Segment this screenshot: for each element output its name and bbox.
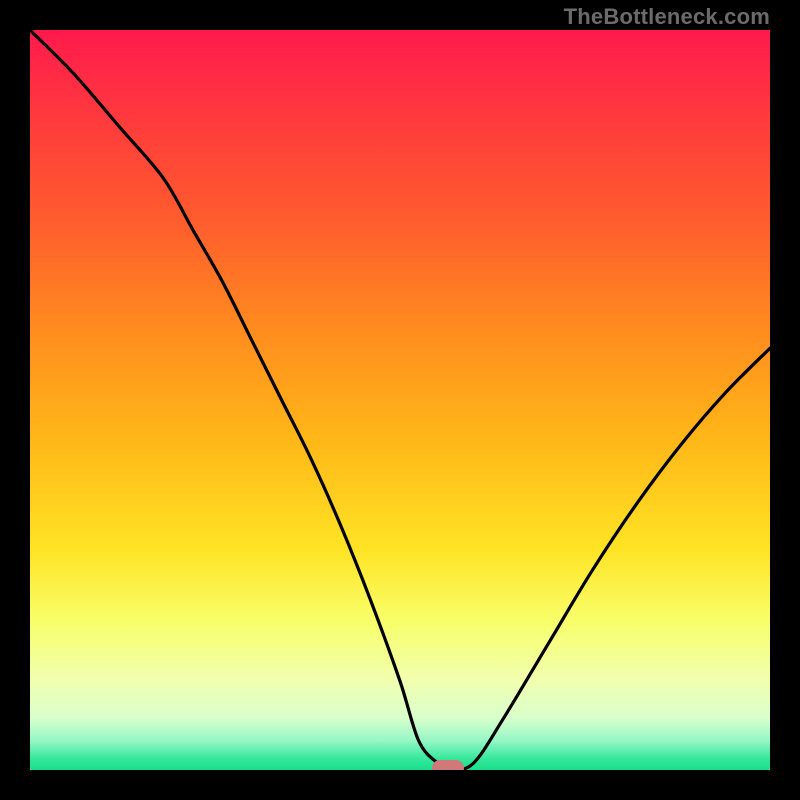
chart-frame: TheBottleneck.com [0,0,800,800]
watermark-label: TheBottleneck.com [564,4,770,30]
chart-svg [30,30,770,770]
plot-area [30,30,770,770]
optimal-marker [432,760,464,770]
background-gradient [30,30,770,770]
